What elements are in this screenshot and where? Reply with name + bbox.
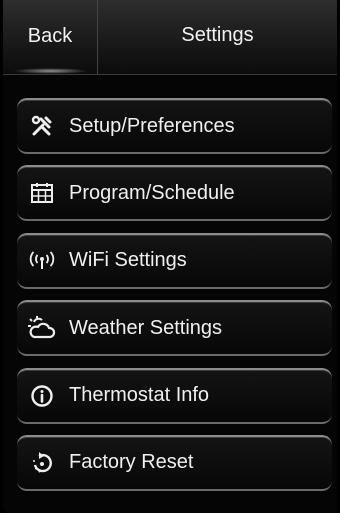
menu-item-thermostat-info[interactable]: Thermostat Info [17, 367, 332, 424]
menu-item-factory-reset[interactable]: Factory Reset [17, 434, 332, 491]
back-button[interactable]: Back [3, 0, 98, 74]
tools-icon [27, 113, 57, 139]
settings-menu: Setup/Preferences Program/Schedule WiFi … [17, 98, 332, 502]
menu-item-setup-preferences[interactable]: Setup/Preferences [17, 98, 332, 154]
menu-item-label: WiFi Settings [69, 249, 187, 272]
wifi-antenna-icon [27, 248, 57, 274]
back-button-label: Back [27, 24, 73, 47]
page-title: Settings [181, 23, 254, 46]
menu-item-weather-settings[interactable]: Weather Settings [17, 300, 332, 357]
calendar-icon [27, 180, 57, 206]
menu-item-label: Weather Settings [69, 316, 223, 339]
menu-item-label: Thermostat Info [69, 384, 210, 407]
menu-item-wifi-settings[interactable]: WiFi Settings [17, 232, 332, 289]
info-icon [27, 383, 57, 409]
menu-item-program-schedule[interactable]: Program/Schedule [17, 165, 332, 222]
menu-item-label: Factory Reset [69, 451, 194, 474]
thermostat-screen: Back Settings Setup/Preferences Program/… [0, 0, 340, 513]
header-bar: Back Settings [3, 0, 337, 75]
menu-item-label: Program/Schedule [69, 181, 235, 204]
reset-icon [27, 450, 57, 476]
weather-icon [27, 315, 57, 341]
back-button-highlight [13, 68, 88, 74]
menu-item-label: Setup/Preferences [69, 114, 235, 137]
